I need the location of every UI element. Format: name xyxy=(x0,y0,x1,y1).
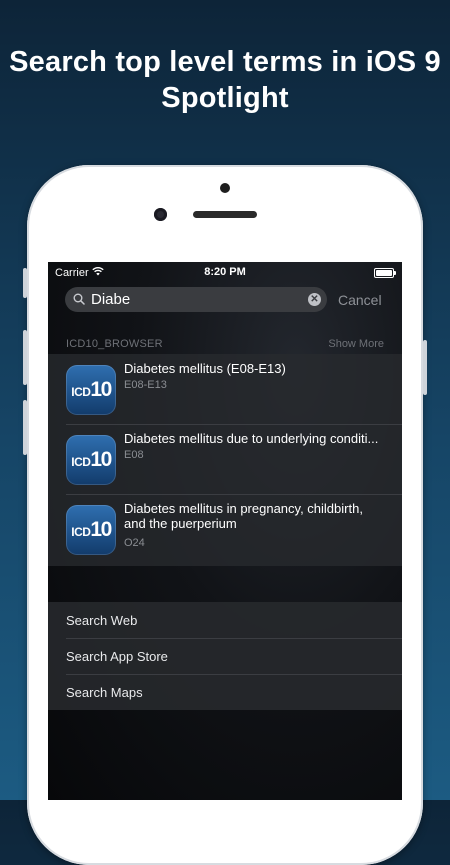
front-camera xyxy=(154,208,167,221)
proximity-sensor xyxy=(220,183,230,193)
spotlight-screen: Carrier 8:20 PM ✕ Cancel ICD10_BROWSER S… xyxy=(48,262,402,800)
cancel-button[interactable]: Cancel xyxy=(338,292,382,308)
clear-search-icon[interactable]: ✕ xyxy=(308,293,321,306)
clock: 8:20 PM xyxy=(204,266,246,278)
list-item[interactable]: ICD10 Diabetes mellitus due to underlyin… xyxy=(48,424,402,494)
result-code: O24 xyxy=(124,537,145,549)
web-search-section: Search Web Search App Store Search Maps xyxy=(48,602,402,710)
search-maps-item[interactable]: Search Maps xyxy=(48,674,402,710)
section-title: ICD10_BROWSER xyxy=(66,338,163,350)
result-code: E08-E13 xyxy=(124,379,167,391)
volume-down-button xyxy=(23,400,27,455)
power-button xyxy=(423,340,427,395)
search-bar[interactable]: ✕ xyxy=(65,287,327,312)
volume-up-button xyxy=(23,330,27,385)
battery-icon xyxy=(374,268,396,278)
search-input[interactable] xyxy=(91,288,296,310)
list-item[interactable]: ICD10 Diabetes mellitus in pregnancy, ch… xyxy=(48,494,402,566)
mute-switch xyxy=(23,268,27,298)
result-code: E08 xyxy=(124,449,144,461)
search-web-item[interactable]: Search Web xyxy=(48,602,402,638)
show-more-button[interactable]: Show More xyxy=(328,338,384,350)
result-title: Diabetes mellitus due to underlying cond… xyxy=(124,431,379,446)
search-app-store-item[interactable]: Search App Store xyxy=(48,638,402,674)
list-item[interactable]: ICD10 Diabetes mellitus (E08-E13) E08-E1… xyxy=(48,354,402,424)
headline: Search top level terms in iOS 9 Spotligh… xyxy=(9,46,441,114)
search-icon xyxy=(73,293,85,305)
icd10-app-icon: ICD10 xyxy=(66,435,116,485)
icd10-app-icon: ICD10 xyxy=(66,365,116,415)
earpiece-speaker xyxy=(193,211,257,218)
icd10-app-icon: ICD10 xyxy=(66,505,116,555)
results-list: ICD10 Diabetes mellitus (E08-E13) E08-E1… xyxy=(48,354,402,566)
result-title: Diabetes mellitus (E08-E13) xyxy=(124,361,286,376)
status-bar: Carrier 8:20 PM xyxy=(48,262,402,282)
result-title: Diabetes mellitus in pregnancy, childbir… xyxy=(124,501,363,531)
